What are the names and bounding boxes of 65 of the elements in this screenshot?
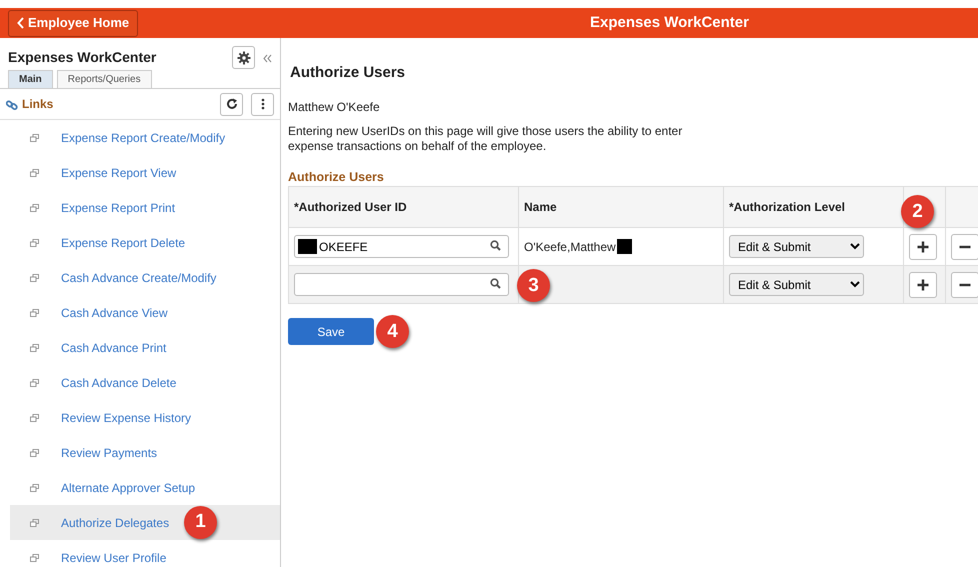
sidebar-link[interactable]: Expense Report Delete (61, 234, 186, 252)
delete-row-button[interactable] (951, 272, 978, 298)
search-icon[interactable] (490, 240, 501, 252)
more-icon (260, 98, 264, 110)
add-row-button[interactable] (909, 234, 937, 260)
refresh-button[interactable] (220, 92, 243, 116)
sidebar-link[interactable]: Cash Advance Print (61, 338, 166, 356)
column-header: Name (518, 186, 724, 228)
sidebar-link[interactable]: Alternate Approver Setup (61, 478, 196, 496)
window-icon (30, 204, 39, 212)
save-button[interactable]: Save (288, 318, 374, 346)
settings-icon (236, 50, 250, 64)
page-heading: Authorize Users (290, 63, 406, 83)
more-button[interactable] (251, 92, 274, 116)
back-chevron-icon (17, 17, 25, 29)
sidebar-link[interactable]: Cash Advance View (61, 304, 168, 322)
sidebar-link[interactable]: Review Expense History (61, 408, 192, 426)
sidebar-link[interactable]: Authorize Delegates (61, 514, 170, 532)
redaction-mark (616, 238, 632, 254)
user-id-field[interactable]: OKEEFE (294, 235, 509, 258)
sidebar-link[interactable]: Review Payments (61, 444, 158, 462)
user-id-field[interactable] (294, 273, 509, 296)
name-text: O'Keefe,Matthew (524, 240, 616, 254)
authorization-level-select[interactable]: Edit & Submit (729, 235, 864, 258)
sidebar-title: Expenses WorkCenter (8, 48, 158, 67)
grid-title: Authorize Users (288, 168, 385, 186)
refresh-icon (226, 98, 238, 110)
window-icon (30, 554, 39, 562)
callout-badge: 4 (376, 315, 409, 348)
window-icon (30, 519, 39, 528)
window-icon (30, 414, 39, 422)
callout-badge: 2 (901, 195, 934, 228)
callout-badge: 1 (184, 506, 217, 539)
column-header: *Authorized User ID (288, 186, 518, 228)
authorization-level-select[interactable]: Edit & Submit (729, 273, 864, 296)
employee-name: Matthew O'Keefe (288, 98, 381, 116)
window-icon (30, 134, 39, 142)
callout-badge: 3 (517, 269, 550, 302)
plus-icon (917, 240, 929, 253)
delete-row-button[interactable] (951, 234, 978, 260)
window-icon (30, 309, 39, 318)
window-icon (30, 484, 39, 492)
window-icon (30, 239, 39, 248)
sidebar-link[interactable]: Expense Report View (61, 164, 176, 182)
plus-icon (917, 278, 929, 291)
back-button[interactable]: Employee Home (8, 10, 138, 36)
sidebar-link[interactable]: Cash Advance Create/Modify (61, 268, 216, 286)
sidebar-tab[interactable]: Main (8, 70, 53, 88)
settings-button[interactable] (232, 46, 255, 69)
window-icon (30, 449, 39, 458)
sidebar-link[interactable]: Cash Advance Delete (61, 374, 176, 392)
links-heading: Links (22, 96, 54, 113)
sidebar-tab[interactable]: Reports/Queries (56, 70, 152, 88)
sidebar-link[interactable]: Expense Report Create/Modify (61, 128, 226, 146)
description-text: Entering new UserIDs on this page will give those users the ability to enter expense transactions on behalf of the employee. (288, 124, 684, 154)
search-icon[interactable] (490, 278, 501, 290)
add-row-button[interactable] (909, 272, 937, 298)
sidebar-link[interactable]: Review User Profile (61, 548, 166, 566)
window-icon (30, 169, 39, 178)
column-header: *Authorization Level (724, 186, 904, 228)
page-title: Expenses WorkCenter (590, 12, 749, 33)
window-icon (30, 379, 39, 388)
sidebar-link[interactable]: Expense Report Print (61, 198, 176, 216)
window-icon (30, 344, 39, 352)
window-icon (30, 274, 39, 282)
